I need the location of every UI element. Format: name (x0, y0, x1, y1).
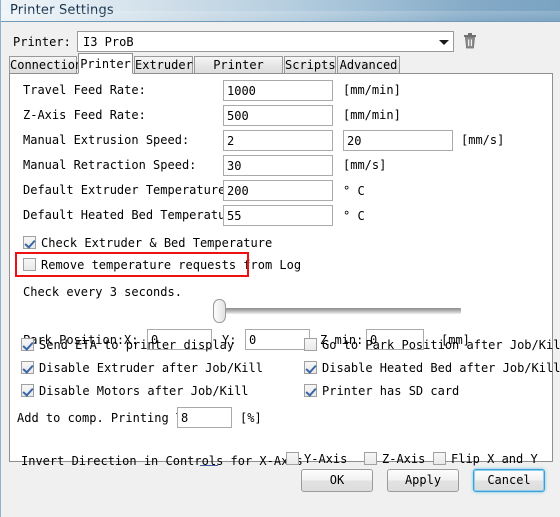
travel-feed-rate-unit: [mm/min] (343, 83, 401, 97)
printer-selector-row: Printer: I3 ProB (1, 28, 560, 54)
cancel-button[interactable]: Cancel (473, 469, 545, 492)
z-axis-feed-rate-input[interactable] (223, 105, 333, 126)
printer-combobox[interactable]: I3 ProB (77, 31, 454, 52)
travel-feed-rate-input[interactable] (223, 80, 333, 101)
checkbox-box (304, 338, 317, 351)
disable-motors-label: Disable Motors after Job/Kill (39, 384, 249, 398)
checkbox-box (23, 258, 36, 271)
default-heated-bed-temp-label: Default Heated Bed Temperature: (23, 208, 247, 222)
trash-icon[interactable] (459, 31, 481, 51)
invert-y-axis-checkbox[interactable]: Y-Axis (286, 452, 347, 466)
disable-motors-checkbox[interactable]: Disable Motors after Job/Kill (21, 384, 249, 398)
window-titlebar[interactable]: Printer Settings (1, 0, 560, 22)
default-extruder-temp-input[interactable] (223, 180, 333, 201)
checkbox-box (21, 384, 34, 397)
check-interval-label: Check every 3 seconds. (23, 285, 182, 299)
window-title: Printer Settings (10, 3, 114, 18)
check-interval-slider-track[interactable] (217, 308, 461, 314)
manual-retraction-speed-input[interactable] (223, 155, 333, 176)
z-axis-feed-rate-unit: [mm/min] (343, 108, 401, 122)
ok-button[interactable]: OK (301, 469, 373, 492)
invert-direction-underline (200, 465, 218, 466)
tab-advanced[interactable]: Advanced (337, 56, 400, 74)
dialog-body: Printer: I3 ProB Connection Printer Extr… (1, 22, 560, 517)
remove-temperature-requests-checkbox[interactable]: Remove temperature requests from Log (23, 258, 301, 272)
default-heated-bed-temp-input[interactable] (223, 205, 333, 226)
checkbox-box (286, 452, 299, 465)
checkbox-box (21, 338, 34, 351)
apply-button[interactable]: Apply (387, 469, 459, 492)
printer-combobox-value: I3 ProB (83, 35, 134, 49)
default-extruder-temp-unit: ° C (343, 184, 365, 198)
park-position-y-input[interactable] (245, 329, 310, 350)
printer-has-sd-card-checkbox[interactable]: Printer has SD card (304, 384, 459, 398)
checkbox-box (23, 236, 36, 249)
invert-z-axis-checkbox[interactable]: Z-Axis (364, 452, 425, 466)
tab-connection[interactable]: Connection (9, 56, 82, 74)
printer-has-sd-card-label: Printer has SD card (322, 384, 460, 398)
manual-extrusion-speed-label: Manual Extrusion Speed: (23, 133, 190, 147)
disable-extruder-checkbox[interactable]: Disable Extruder after Job/Kill (21, 361, 263, 375)
tab-extruder[interactable]: Extruder (134, 56, 193, 74)
tab-scripts[interactable]: Scripts (284, 56, 336, 74)
go-to-park-position-label: Go to Park Position after Job/Kill (322, 338, 560, 352)
z-axis-feed-rate-label: Z-Axis Feed Rate: (23, 108, 146, 122)
flip-x-and-y-checkbox[interactable]: Flip X and Y (433, 452, 538, 466)
travel-feed-rate-label: Travel Feed Rate: (23, 83, 146, 97)
invert-direction-label: Invert Direction in Controls for X-Axis (21, 454, 303, 468)
disable-extruder-label: Disable Extruder after Job/Kill (39, 361, 263, 375)
send-eta-checkbox[interactable]: Send ETA to printer display (21, 338, 234, 352)
checkbox-box (21, 361, 34, 374)
disable-heated-bed-checkbox[interactable]: Disable Heated Bed after Job/Kill (304, 361, 560, 375)
manual-extrusion-speed-unit: [mm/s] (461, 133, 505, 147)
manual-retraction-speed-label: Manual Retraction Speed: (23, 158, 197, 172)
send-eta-label: Send ETA to printer display (39, 338, 235, 352)
check-extruder-bed-temperature-checkbox[interactable]: Check Extruder & Bed Temperature (23, 236, 272, 250)
checkbox-box (364, 452, 377, 465)
manual-extrusion-speed-input-2[interactable] (343, 130, 453, 151)
remove-temperature-requests-label: Remove temperature requests from Log (41, 258, 302, 272)
flip-x-and-y-label: Flip X and Y (451, 452, 538, 466)
printing-time-unit: [%] (240, 411, 262, 425)
dialog-button-bar: OK Apply Cancel (1, 469, 560, 509)
default-extruder-temp-label: Default Extruder Temperature: (23, 183, 233, 197)
invert-z-axis-label: Z-Axis (382, 452, 426, 466)
checkbox-box (433, 452, 446, 465)
tab-printer[interactable]: Printer (78, 53, 133, 74)
manual-retraction-speed-unit: [mm/s] (343, 158, 387, 172)
disable-heated-bed-label: Disable Heated Bed after Job/Kill (322, 361, 560, 375)
checkbox-box (304, 384, 317, 397)
check-extruder-bed-temperature-label: Check Extruder & Bed Temperature (41, 236, 273, 250)
settings-tabstrip: Connection Printer Extruder Printer Shap… (9, 53, 553, 89)
invert-y-axis-label: Y-Axis (304, 452, 348, 466)
tab-printer-shape[interactable]: Printer Shape (194, 56, 283, 89)
printer-settings-window: Printer Settings Printer: I3 ProB Connec… (0, 0, 560, 517)
checkbox-box (304, 361, 317, 374)
go-to-park-position-checkbox[interactable]: Go to Park Position after Job/Kill (304, 338, 560, 352)
chevron-down-icon[interactable] (439, 40, 449, 45)
check-interval-slider-thumb[interactable] (213, 299, 226, 323)
printer-label: Printer: (13, 35, 71, 49)
printing-time-input[interactable] (177, 407, 232, 428)
manual-extrusion-speed-input-1[interactable] (223, 130, 333, 151)
default-heated-bed-temp-unit: ° C (343, 209, 365, 223)
